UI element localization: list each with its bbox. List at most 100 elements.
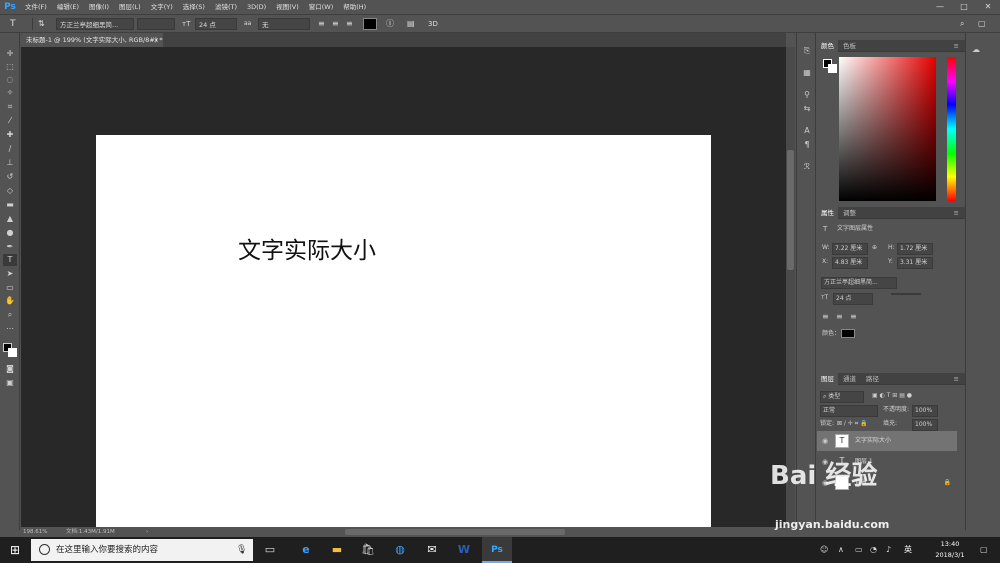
file-explorer-icon[interactable]: ▬: [322, 537, 352, 563]
panel-background-swatch[interactable]: [828, 64, 837, 73]
menu-layer[interactable]: 图层(L): [114, 0, 146, 14]
character-panel-icon[interactable]: A: [800, 125, 814, 137]
workspace-icon[interactable]: ▢: [978, 18, 986, 30]
paragraph-panel-icon[interactable]: ¶: [800, 139, 814, 151]
properties-font-size-select[interactable]: 24 点: [833, 293, 873, 305]
properties-color-swatch[interactable]: [841, 329, 855, 338]
align-left-icon[interactable]: ≡: [318, 18, 325, 30]
menu-file[interactable]: 文件(F): [20, 0, 52, 14]
panel-menu-icon[interactable]: ≡: [950, 40, 963, 52]
menu-type[interactable]: 文字(Y): [146, 0, 178, 14]
hue-slider[interactable]: [947, 57, 956, 201]
align-right-icon[interactable]: ≡: [346, 18, 353, 30]
tab-paths[interactable]: 路径: [862, 373, 883, 385]
pen-tool-icon[interactable]: ✒: [3, 241, 17, 253]
color-picker-field[interactable]: [839, 57, 936, 201]
text-layer-content[interactable]: 文字实际大小: [238, 231, 376, 265]
menu-window[interactable]: 窗口(W): [304, 0, 339, 14]
gradient-tool-icon[interactable]: ▬: [3, 199, 17, 211]
cloud-libraries-icon[interactable]: ☁: [972, 45, 980, 54]
antialias-select[interactable]: 无: [258, 18, 310, 30]
move-tool-icon[interactable]: ✛: [3, 48, 17, 60]
layer-item-text[interactable]: ◉ T 文字实际大小: [817, 431, 957, 451]
dodge-tool-icon[interactable]: ●: [3, 227, 17, 239]
tab-channels[interactable]: 通道: [839, 373, 860, 385]
adjustments-icon[interactable]: ⇆: [800, 103, 814, 115]
menu-select[interactable]: 选择(S): [178, 0, 210, 14]
volume-icon[interactable]: ♪: [886, 537, 891, 563]
type-tool-icon[interactable]: T: [3, 254, 17, 266]
path-selection-tool-icon[interactable]: ➤: [3, 268, 17, 280]
history-brush-tool-icon[interactable]: ↺: [3, 171, 17, 183]
mail-icon[interactable]: ✉: [417, 537, 447, 563]
layer-filter-icons[interactable]: ▣ ◐ T ⊞ ▤ ●: [872, 391, 912, 401]
search-icon[interactable]: ⌕: [960, 18, 964, 30]
align-center-icon[interactable]: ≡: [332, 18, 339, 30]
microphone-icon[interactable]: 🎙: [236, 539, 247, 561]
menu-view[interactable]: 视图(V): [271, 0, 304, 14]
visibility-eye-icon[interactable]: ◉: [822, 431, 828, 451]
menu-edit[interactable]: 编辑(E): [52, 0, 84, 14]
tab-properties[interactable]: 属性: [817, 207, 838, 219]
taskbar-clock[interactable]: 13:40 2018/3/1: [930, 539, 970, 561]
eyedropper-tool-icon[interactable]: ⁄: [3, 115, 17, 127]
network-icon[interactable]: ▭: [855, 537, 863, 563]
edge-browser-icon[interactable]: e: [291, 537, 321, 563]
panel-menu-icon[interactable]: ≡: [950, 207, 963, 219]
screen-mode-icon[interactable]: ▣: [3, 377, 17, 389]
panel-menu-icon[interactable]: ≡: [950, 373, 963, 385]
store-icon[interactable]: 🛍: [353, 537, 383, 563]
menu-help[interactable]: 帮助(H): [338, 0, 371, 14]
opacity-field[interactable]: 100%: [912, 405, 938, 417]
word-icon[interactable]: W: [449, 537, 479, 563]
properties-align-center-icon[interactable]: ≡: [836, 312, 843, 322]
document-canvas[interactable]: 文字实际大小: [96, 135, 711, 527]
brush-panel-icon[interactable]: ⚲: [800, 89, 814, 101]
toggle-orientation-icon[interactable]: ⇅: [38, 18, 45, 30]
marquee-tool-icon[interactable]: ⬚: [3, 61, 17, 73]
type-tool-preset-icon[interactable]: T: [10, 18, 16, 30]
close-button[interactable]: ✕: [976, 0, 1000, 14]
background-color-swatch[interactable]: [8, 348, 17, 357]
photoshop-taskbar-icon[interactable]: Ps: [482, 537, 512, 563]
font-style-select[interactable]: [137, 18, 175, 30]
clone-stamp-tool-icon[interactable]: ⊥: [3, 157, 17, 169]
horizontal-scrollbar-thumb[interactable]: [345, 529, 565, 535]
character-panel-icon[interactable]: ▤: [407, 18, 415, 30]
menu-image[interactable]: 图像(I): [84, 0, 114, 14]
tab-layers[interactable]: 图层: [817, 373, 838, 385]
browser-icon[interactable]: ◍: [385, 537, 415, 563]
wifi-icon[interactable]: ◔: [870, 537, 877, 563]
menu-3d[interactable]: 3D(D): [242, 0, 271, 14]
vertical-scrollbar-thumb[interactable]: [787, 150, 794, 270]
tab-adjustments[interactable]: 调整: [839, 207, 860, 219]
glyphs-panel-icon[interactable]: ℛ: [800, 161, 814, 173]
zoom-tool-icon[interactable]: ⌕: [3, 309, 17, 321]
properties-align-left-icon[interactable]: ≡: [822, 312, 829, 322]
taskbar-search-box[interactable]: 在这里输入你要搜索的内容 🎙: [31, 539, 253, 561]
height-field[interactable]: 1.72 厘米: [897, 243, 933, 255]
font-family-select[interactable]: 方正兰亭超细黑简...: [56, 18, 134, 30]
history-panel-icon[interactable]: ⎘: [800, 45, 814, 57]
properties-align-right-icon[interactable]: ≡: [850, 312, 857, 322]
show-hidden-icons[interactable]: ∧: [838, 537, 844, 563]
properties-font-family-select[interactable]: 方正兰亭超细黑简...: [821, 277, 897, 289]
x-field[interactable]: 4.83 厘米: [832, 257, 868, 269]
blend-mode-select[interactable]: 正常: [820, 405, 878, 417]
warp-text-icon[interactable]: Ⓘ: [386, 18, 394, 30]
task-view-icon[interactable]: ▭: [255, 537, 285, 563]
layer-filter-select[interactable]: ⌕ 类型: [820, 391, 864, 403]
3d-icon[interactable]: 3D: [428, 18, 438, 30]
zoom-level[interactable]: 198.61%: [23, 527, 47, 537]
input-method-indicator[interactable]: 英: [904, 537, 912, 563]
notifications-icon[interactable]: ▢: [980, 537, 988, 563]
rectangle-tool-icon[interactable]: ▭: [3, 282, 17, 294]
crop-tool-icon[interactable]: ⌗: [3, 101, 17, 113]
document-size[interactable]: 文档:1.43M/1.91M: [66, 527, 115, 537]
tab-color[interactable]: 颜色: [817, 40, 838, 52]
menu-filter[interactable]: 滤镜(T): [210, 0, 242, 14]
tab-swatches[interactable]: 色板: [839, 40, 860, 52]
text-color-swatch[interactable]: [363, 18, 377, 30]
properties-leading-select[interactable]: [891, 293, 921, 295]
minimize-button[interactable]: —: [928, 0, 952, 14]
